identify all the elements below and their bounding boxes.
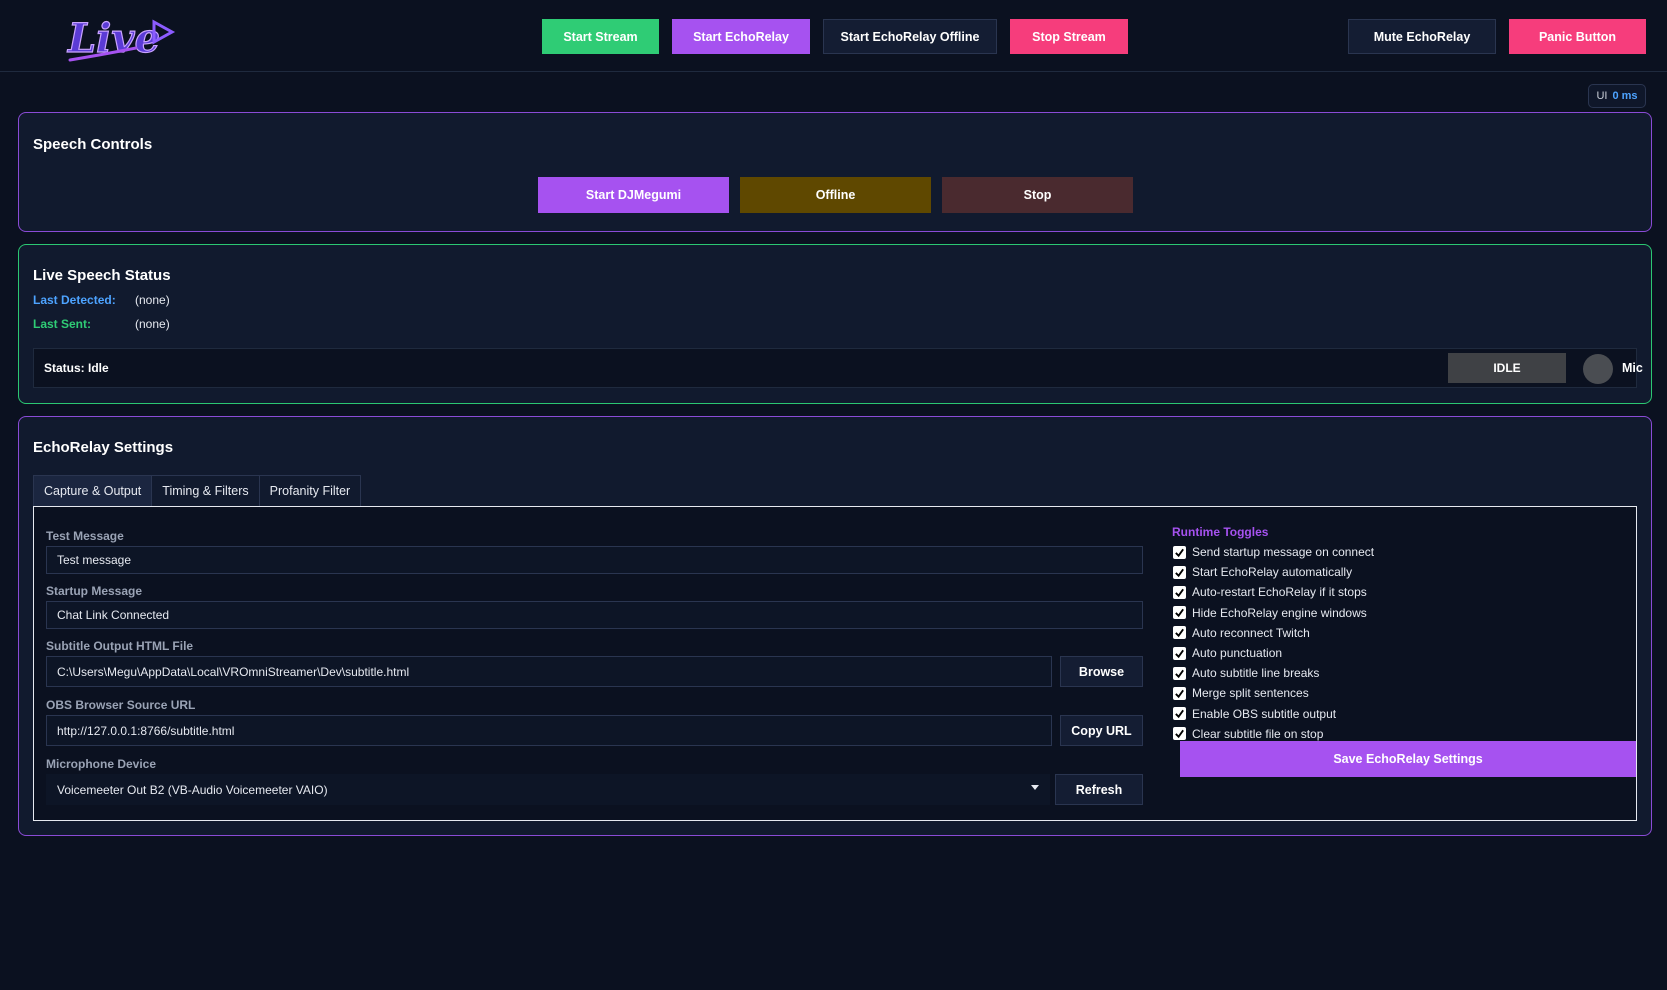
mic-device-label: Microphone Device [46,757,157,771]
stop-stream-button[interactable]: Stop Stream [1010,19,1128,54]
mic-indicator-icon [1583,354,1613,384]
checkbox-checked-icon[interactable] [1173,666,1186,680]
start-echorelay-offline-button[interactable]: Start EchoRelay Offline [823,19,997,54]
runtime-toggle-label: Auto punctuation [1192,646,1283,660]
startup-message-label: Startup Message [46,584,143,598]
mic-label: Mic [1622,361,1643,375]
runtime-toggle-label: Send startup message on connect [1192,545,1375,559]
runtime-toggle[interactable]: Auto-restart EchoRelay if it stops [1173,583,1367,601]
mic-device-select[interactable]: Voicemeeter Out B2 (VB-Audio Voicemeeter… [46,774,1050,805]
save-echorelay-settings-button[interactable]: Save EchoRelay Settings [1180,741,1636,777]
mic-device-value: Voicemeeter Out B2 (VB-Audio Voicemeeter… [57,782,328,797]
test-message-input[interactable]: Test message [46,546,1143,574]
ui-latency-badge: UI 0 ms [1588,84,1646,108]
svg-text:Live: Live [67,15,160,62]
echorelay-settings-title: EchoRelay Settings [33,439,174,456]
runtime-toggle-label: Merge split sentences [1192,686,1309,701]
runtime-toggle-label: Start EchoRelay automatically [1192,565,1353,580]
startup-message-input[interactable]: Chat Link Connected [46,601,1143,629]
top-bar: Live Start Stream Start EchoRelay Start … [0,0,1667,72]
checkbox-checked-icon[interactable] [1173,707,1186,721]
status-bar: Status: Idle IDLE Mic [33,348,1643,388]
obs-url-input[interactable]: http://127.0.0.1:8766/subtitle.html [46,715,1052,746]
checkbox-checked-icon[interactable] [1173,585,1186,599]
runtime-toggle[interactable]: Send startup message on connect [1173,543,1374,561]
checkbox-checked-icon[interactable] [1173,727,1186,741]
tab-timing-filters[interactable]: Timing & Filters [151,475,260,506]
refresh-button[interactable]: Refresh [1055,774,1143,805]
subtitle-file-input[interactable]: C:\Users\Megu\AppData\Local\VROmniStream… [46,656,1052,687]
mute-echorelay-button[interactable]: Mute EchoRelay [1348,19,1496,54]
runtime-toggle-label: Auto-restart EchoRelay if it stops [1192,585,1367,600]
runtime-toggle-label: Auto subtitle line breaks [1192,666,1320,681]
last-sent-label: Last Sent: [33,317,92,331]
copy-url-button[interactable]: Copy URL [1060,715,1143,746]
checkbox-checked-icon[interactable] [1173,565,1186,579]
last-detected-label: Last Detected: [33,293,116,307]
checkbox-checked-icon[interactable] [1173,626,1186,640]
live-logo: Live [66,8,176,66]
runtime-toggle-label: Enable OBS subtitle output [1192,706,1337,721]
runtime-toggle[interactable]: Auto subtitle line breaks [1173,664,1319,682]
offline-button[interactable]: Offline [740,177,931,213]
last-sent-value: (none) [135,317,170,331]
capture-output-tab-body: Test Message Test message Startup Messag… [33,506,1637,821]
ui-latency-value: 0 ms [1612,90,1638,102]
status-text: Status: Idle [44,361,109,375]
checkbox-checked-icon[interactable] [1173,606,1186,620]
obs-url-label: OBS Browser Source URL [46,698,196,712]
tab-capture-output[interactable]: Capture & Output [33,475,153,506]
runtime-toggle[interactable]: Start EchoRelay automatically [1173,563,1352,581]
speech-controls-title: Speech Controls [33,136,153,153]
start-stream-button[interactable]: Start Stream [542,19,659,54]
tab-profanity-filter[interactable]: Profanity Filter [258,475,362,506]
runtime-toggle[interactable]: Auto reconnect Twitch [1173,624,1310,642]
settings-tabs: Capture & Output Timing & Filters Profan… [33,475,362,506]
runtime-toggle-label: Hide EchoRelay engine windows [1192,605,1367,620]
browse-button[interactable]: Browse [1060,656,1143,687]
echorelay-settings-panel: EchoRelay Settings Capture & Output Timi… [18,416,1652,836]
ui-latency-label: UI [1596,90,1608,102]
test-message-label: Test Message [46,529,124,543]
runtime-toggle-label: Clear subtitle file on stop [1192,726,1324,741]
speech-controls-panel: Speech Controls Start DJMegumi Offline S… [18,112,1652,232]
checkbox-checked-icon[interactable] [1173,686,1186,700]
runtime-toggle-label: Auto reconnect Twitch [1192,625,1310,640]
live-speech-status-title: Live Speech Status [33,267,171,284]
runtime-toggles-title: Runtime Toggles [1172,525,1269,539]
status-badge: IDLE [1448,353,1566,383]
runtime-toggle[interactable]: Hide EchoRelay engine windows [1173,604,1367,622]
start-djmegumi-button[interactable]: Start DJMegumi [538,177,729,213]
panic-button[interactable]: Panic Button [1509,19,1646,54]
subtitle-file-label: Subtitle Output HTML File [46,639,194,653]
live-speech-status-panel: Live Speech Status Last Detected: (none)… [18,244,1652,404]
checkbox-checked-icon[interactable] [1173,646,1186,660]
chevron-down-icon [1031,785,1039,790]
checkbox-checked-icon[interactable] [1173,545,1186,559]
stop-button[interactable]: Stop [942,177,1133,213]
start-echorelay-button[interactable]: Start EchoRelay [672,19,810,54]
last-detected-value: (none) [135,293,170,307]
runtime-toggle[interactable]: Merge split sentences [1173,684,1309,702]
runtime-toggle[interactable]: Auto punctuation [1173,644,1282,662]
runtime-toggle[interactable]: Enable OBS subtitle output [1173,705,1336,723]
